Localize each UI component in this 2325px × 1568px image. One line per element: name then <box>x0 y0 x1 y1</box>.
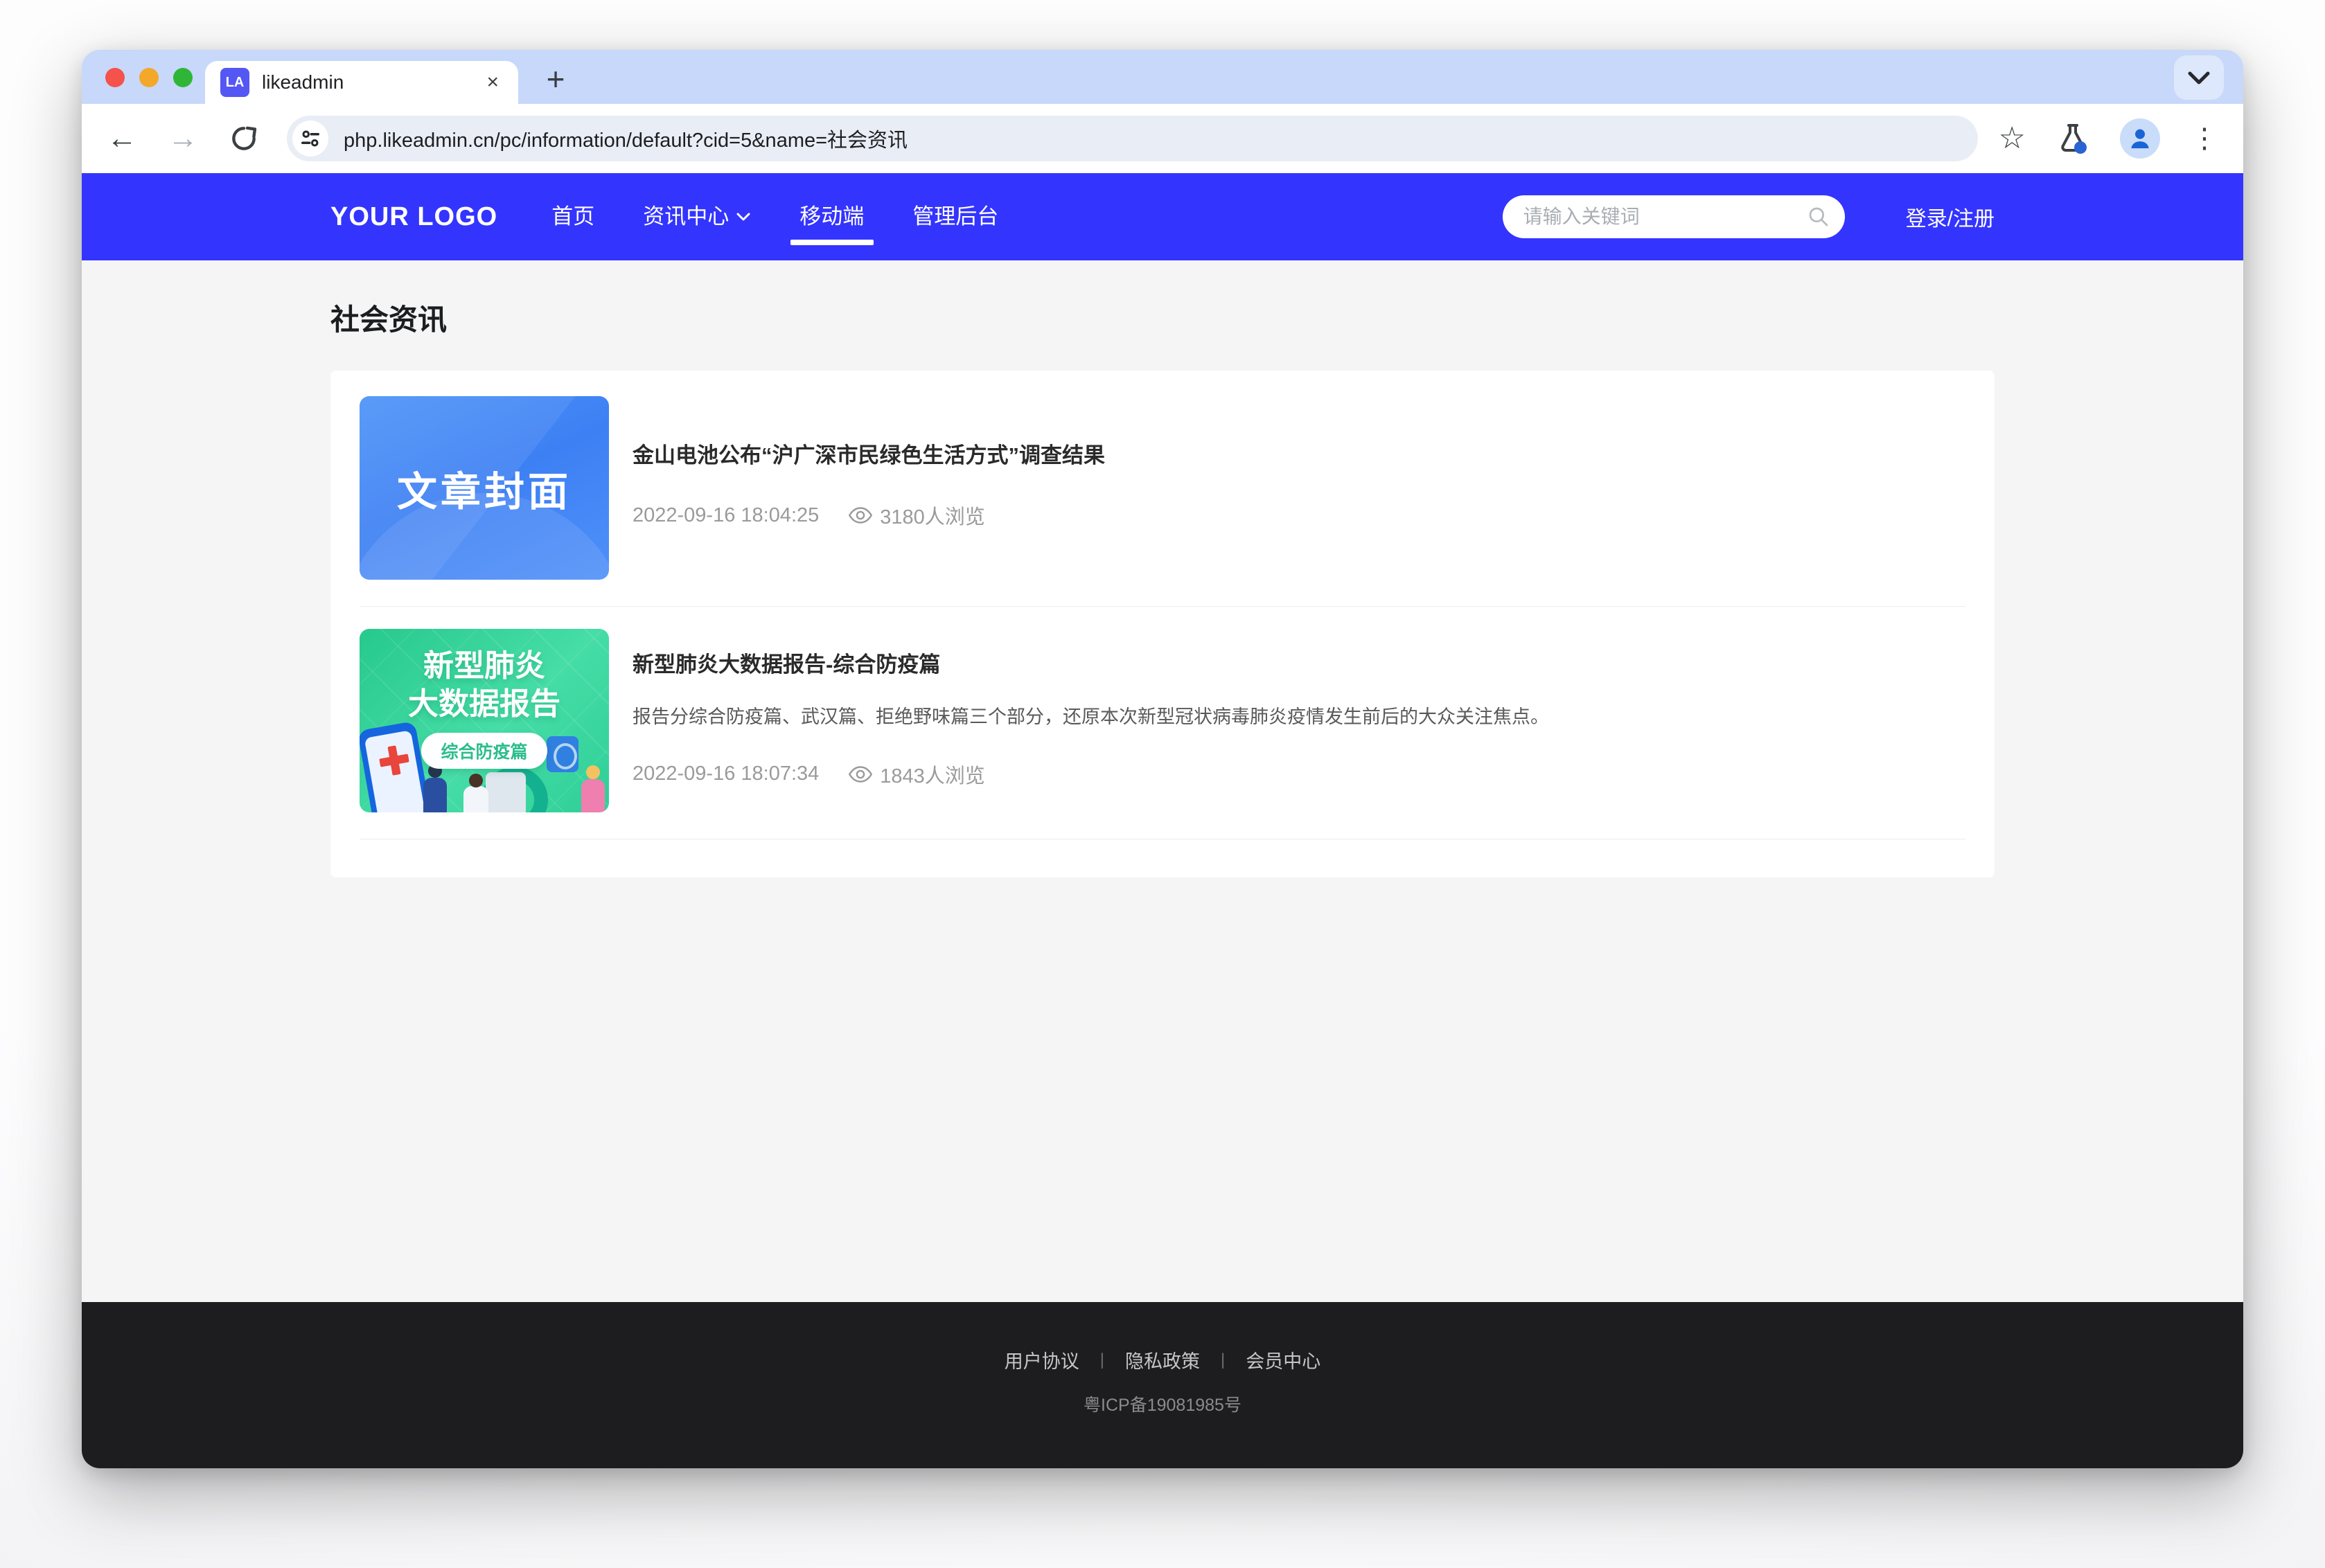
article-thumbnail[interactable]: 新型肺炎 大数据报告 综合防疫篇 <box>360 629 609 812</box>
forward-button[interactable]: → <box>168 123 198 154</box>
browser-tab-strip: LA likeadmin × + <box>82 50 2243 104</box>
thumbnail-headline-line1: 新型肺炎 <box>423 649 545 683</box>
thumbnail-headline: 新型肺炎 大数据报告 <box>360 647 609 723</box>
address-bar[interactable]: php.likeadmin.cn/pc/information/default?… <box>287 116 1978 161</box>
article-title[interactable]: 新型肺炎大数据报告-综合防疫篇 <box>633 647 1965 678</box>
footer-link-user-agreement[interactable]: 用户协议 <box>1005 1346 1079 1373</box>
thumbnail-badge: 综合防疫篇 <box>421 733 547 769</box>
site-search <box>1503 195 1845 238</box>
nav-item-label: 资讯中心 <box>643 173 729 260</box>
site-favicon: LA <box>220 68 249 97</box>
search-input[interactable] <box>1503 195 1845 238</box>
footer-separator: | <box>1100 1351 1104 1370</box>
reload-icon <box>229 123 259 154</box>
person-icon <box>2126 125 2154 152</box>
site-navbar: YOUR LOGO 首页 资讯中心 移动端 <box>82 173 2243 260</box>
flask-icon <box>2056 122 2089 155</box>
article-views: 1843人浏览 <box>880 760 985 789</box>
close-window-button[interactable] <box>105 68 125 87</box>
article-date: 2022-09-16 18:04:25 <box>633 504 819 527</box>
site-settings-button[interactable] <box>292 121 328 157</box>
views-eye-icon <box>848 506 873 524</box>
thumbnail-cover-text: 文章封面 <box>397 459 572 517</box>
profile-avatar[interactable] <box>2120 118 2160 159</box>
article-row-1[interactable]: 文章封面 金山电池公布“沪广深市民绿色生活方式”调查结果 2022-09-16 … <box>360 396 1965 607</box>
nav-item-label: 移动端 <box>799 173 864 260</box>
tab-search-button[interactable] <box>2174 55 2224 100</box>
person-shape <box>423 778 447 812</box>
article-description: 报告分综合防疫篇、武汉篇、拒绝野味篇三个部分，还原本次新型冠状病毒肺炎疫情发生前… <box>633 704 1965 731</box>
nav-item-label: 首页 <box>551 173 594 260</box>
chevron-down-icon <box>2187 70 2211 85</box>
article-meta: 2022-09-16 18:07:34 1843人浏览 <box>633 760 1965 789</box>
tune-icon <box>300 128 321 149</box>
nav-item-home[interactable]: 首页 <box>551 173 594 260</box>
footer-separator: | <box>1221 1351 1225 1370</box>
nav-links: 首页 资讯中心 移动端 管理后台 <box>551 173 998 260</box>
tab-title: likeadmin <box>262 71 482 93</box>
views-eye-icon <box>848 765 873 783</box>
login-register-link[interactable]: 登录/注册 <box>1906 202 1995 232</box>
site-footer: 用户协议 | 隐私政策 | 会员中心 粤ICP备19081985号 <box>82 1302 2243 1468</box>
url-text[interactable]: php.likeadmin.cn/pc/information/default?… <box>344 124 908 153</box>
zoom-window-button[interactable] <box>173 68 193 87</box>
footer-links: 用户协议 | 隐私政策 | 会员中心 <box>82 1302 2243 1373</box>
article-views: 3180人浏览 <box>880 501 985 530</box>
article-date: 2022-09-16 18:07:34 <box>633 763 819 785</box>
nav-item-admin[interactable]: 管理后台 <box>912 173 998 260</box>
active-tab-underline <box>790 240 874 245</box>
nav-item-news-center[interactable]: 资讯中心 <box>643 173 751 260</box>
person-shape <box>581 779 605 812</box>
icp-record-number: 粤ICP备19081985号 <box>82 1391 2243 1416</box>
browser-toolbar: ← → php.likeadmin.cn/p <box>82 104 2243 173</box>
article-thumbnail[interactable]: 文章封面 <box>360 396 609 580</box>
desktop-background: LA likeadmin × + ← → <box>0 0 2325 1568</box>
window-controls <box>105 68 193 87</box>
fingerprint-shape <box>547 736 578 772</box>
browser-window: LA likeadmin × + ← → <box>82 50 2243 1468</box>
chevron-down-icon <box>736 212 751 222</box>
main-content: 社会资讯 文章封面 金山电池公布“沪广深市民绿色生活方式”调查结果 2022-0… <box>82 260 2243 1302</box>
thumbnail-headline-line2: 大数据报告 <box>408 687 560 721</box>
person-shape <box>463 786 488 812</box>
nav-item-label: 管理后台 <box>912 173 998 260</box>
minimize-window-button[interactable] <box>139 68 159 87</box>
article-row-2[interactable]: 新型肺炎 大数据报告 综合防疫篇 新型肺炎大数据报告-综合防疫篇 报告分综合防疫… <box>360 607 1965 839</box>
browser-tab-likeadmin[interactable]: LA likeadmin × <box>205 61 518 104</box>
new-tab-button[interactable]: + <box>536 60 575 98</box>
footer-link-member-center[interactable]: 会员中心 <box>1246 1346 1320 1373</box>
bookmark-star-icon[interactable]: ☆ <box>1999 123 2026 154</box>
footer-link-privacy-policy[interactable]: 隐私政策 <box>1125 1346 1200 1373</box>
article-meta: 2022-09-16 18:04:25 3180人浏览 <box>633 501 1965 530</box>
page-title: 社会资讯 <box>330 260 1995 339</box>
search-icon[interactable] <box>1807 206 1830 228</box>
article-title[interactable]: 金山电池公布“沪广深市民绿色生活方式”调查结果 <box>633 438 1965 469</box>
machine-shape <box>486 772 526 812</box>
nav-item-mobile[interactable]: 移动端 <box>799 173 864 260</box>
browser-menu-icon[interactable]: ⋮ <box>2191 125 2218 152</box>
article-list-card: 文章封面 金山电池公布“沪广深市民绿色生活方式”调查结果 2022-09-16 … <box>330 371 1995 877</box>
reload-button[interactable] <box>229 123 259 154</box>
tab-close-icon[interactable]: × <box>482 69 503 96</box>
site-logo[interactable]: YOUR LOGO <box>330 202 497 232</box>
back-button[interactable]: ← <box>107 123 137 154</box>
experiments-button[interactable] <box>2056 122 2089 155</box>
toolbar-actions: ☆ ⋮ <box>1999 118 2218 159</box>
